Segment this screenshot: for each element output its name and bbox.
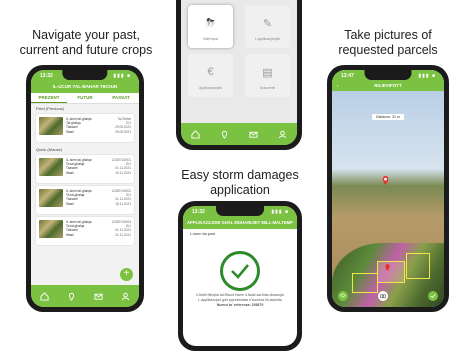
notch <box>216 206 264 216</box>
applications-tile[interactable]: ✎ L-applikazzjonijiet <box>245 5 290 48</box>
tile-label: Dokumenti <box>259 86 276 90</box>
row-value: 29.05.2021 <box>115 129 131 134</box>
camera-icon <box>380 294 386 299</box>
location-pin-icon <box>382 176 389 185</box>
user-icon[interactable] <box>278 130 287 139</box>
confirmation-message: Il-ħlaħi ħlieqha tal-Ħaunt t'isem il-ħad… <box>191 293 289 308</box>
storm-damage-tile[interactable]: ⛈ Maltempat <box>188 5 233 48</box>
layers-icon <box>340 293 346 298</box>
user-icon[interactable] <box>121 292 130 301</box>
tab-present[interactable]: PREZENT <box>31 93 67 103</box>
map-pin-icon <box>385 264 390 271</box>
location-icon[interactable] <box>220 130 229 139</box>
confirmation-header: APPLIKAZZJONI GHAL MGHANIJIET MILL-MALTE… <box>183 217 297 229</box>
bottom-nav <box>181 123 297 145</box>
caption-storm: Easy storm damages application <box>181 168 299 197</box>
tile-label: Applikazzjonijiet <box>199 86 222 90</box>
documents-tile[interactable]: ▤ Dokumenti <box>245 54 290 97</box>
field-thumbnail <box>39 189 63 207</box>
confirmation-subtitle: L-isem tal-post <box>190 232 215 236</box>
status-time: 13:32 <box>40 73 53 79</box>
tab-past[interactable]: PASSAT <box>103 93 139 103</box>
signal-icon: ▮▮▮ ■ <box>113 73 131 79</box>
home-icon[interactable] <box>40 291 49 301</box>
mail-icon[interactable] <box>249 130 258 139</box>
notch <box>62 70 108 80</box>
field-thumbnail <box>39 117 63 135</box>
status-time: 13:32 <box>192 209 205 215</box>
row-value: 18.11.2021 <box>115 201 131 206</box>
confirm-button[interactable] <box>428 291 438 301</box>
mail-icon[interactable] <box>94 292 103 301</box>
camera-button[interactable] <box>378 291 388 301</box>
signal-icon: ▮▮▮ ■ <box>271 209 289 215</box>
bottom-nav <box>31 285 139 307</box>
row-label: Wasil <box>66 201 74 206</box>
tile-label: L-applikazzjonijiet <box>254 37 281 41</box>
row-label: Wasil <box>66 232 74 237</box>
crop-card[interactable]: IL-Isem tal-ghalqa Tal Ziebel Tal-ghalqa G… <box>36 114 134 142</box>
distance-badge: Distance: 31 m <box>372 114 404 120</box>
tab-future[interactable]: FUTUR <box>67 93 103 103</box>
camera-title: RILIEVIFOTT <box>374 83 402 88</box>
crop-card[interactable]: IL-Isem tal-ghalqa 12387/10/001 Ta tal-gh… <box>36 155 134 183</box>
field-thumbnail <box>39 158 63 176</box>
signal-icon: ▮▮▮ ■ <box>418 73 436 79</box>
parcel-outline <box>352 273 378 293</box>
cloud-storm-icon: ⛈ <box>206 17 215 29</box>
camera-header: ‹ RILIEVIFOTT <box>332 81 444 91</box>
row-value: 15.11.2021 <box>115 170 131 175</box>
notch <box>364 70 412 80</box>
card-details: IL-Isem tal-ghalqa 12387/10/001 Ta tal-gh… <box>66 158 131 175</box>
parcel-photo: Distance: 31 m <box>332 91 444 307</box>
crop-card[interactable]: IL-Isem tal-ghalqa 12387/10/003 Ta tal-gh… <box>36 217 134 245</box>
confirmation-screen: 13:32 ▮▮▮ ■ APPLIKAZZJONI GHAL MGHANIJIE… <box>183 206 297 346</box>
checkmark-icon <box>231 264 249 279</box>
layers-button[interactable] <box>338 291 348 301</box>
parcel-outline <box>406 253 430 279</box>
home-icon[interactable] <box>191 129 200 139</box>
tile-label: Maltempat <box>203 37 218 41</box>
location-icon[interactable] <box>67 292 76 301</box>
phone-camera: 13:47 ▮▮▮ ■ ‹ RILIEVIFOTT Distance: 31 m <box>327 65 449 312</box>
row-label: Wasil <box>66 170 74 175</box>
field-thumbnail <box>39 220 63 238</box>
row-value: 21.11.2021 <box>115 232 131 237</box>
pen-icon: ✎ <box>262 18 273 30</box>
phone-confirmation: 13:32 ▮▮▮ ■ APPLIKAZZJONI GHAL MGHANIJIE… <box>178 201 302 351</box>
parcel-map[interactable] <box>332 243 444 307</box>
parcel-outline <box>377 261 405 283</box>
document-icon: ▤ <box>262 67 273 79</box>
success-check-icon <box>220 251 260 291</box>
crops-screen: 13:32 ▮▮▮ ■ IL-UCUR TAL-BAHAR TIKOUN PRE… <box>31 70 139 307</box>
phone-crops: 13:32 ▮▮▮ ■ IL-UCUR TAL-BAHAR TIKOUN PRE… <box>26 65 144 312</box>
camera-screen: 13:47 ▮▮▮ ■ ‹ RILIEVIFOTT Distance: 31 m <box>332 70 444 307</box>
payments-tile[interactable]: € Applikazzjonijiet <box>188 54 233 97</box>
crop-card[interactable]: IL-Isem tal-ghalqa 12387/10/002 Ta tal-gh… <box>36 186 134 214</box>
card-details: IL-Isem tal-ghalqa 12387/10/002 Ta tal-gh… <box>66 189 131 206</box>
caption-crops: Navigate your past, current and future c… <box>19 28 153 57</box>
menu-screen: ☁ ✎ ⛈ Maltempat ✎ L-applikazzjonijiet € … <box>181 0 297 145</box>
crops-header: IL-UCUR TAL-BAHAR TIKOUN <box>31 81 139 93</box>
reference-number: Numru ta' referenza: 236879 <box>216 303 264 307</box>
section-title: Quick (Mouse) <box>36 147 63 152</box>
section-title: Field (Previous) <box>36 106 65 111</box>
card-details: IL-Isem tal-ghalqa Tal Ziebel Tal-ghalqa G… <box>66 117 131 134</box>
money-icon: € <box>207 66 214 78</box>
caption-pictures: Take pictures of requested parcels <box>338 28 438 57</box>
back-icon[interactable]: ‹ <box>337 81 339 91</box>
card-details: IL-Isem tal-ghalqa 12387/10/003 Ta tal-gh… <box>66 220 131 237</box>
add-button[interactable]: + <box>120 268 133 281</box>
check-icon <box>430 294 436 299</box>
status-time: 13:47 <box>341 73 354 79</box>
phone-menu: ☁ ✎ ⛈ Maltempat ✎ L-applikazzjonijiet € … <box>176 0 302 150</box>
crops-list[interactable]: Field (Previous) IL-Isem tal-ghalqa Tal Z… <box>31 104 139 285</box>
crops-tabs: PREZENT FUTUR PASSAT <box>31 93 139 104</box>
row-label: Wasil <box>66 129 74 134</box>
